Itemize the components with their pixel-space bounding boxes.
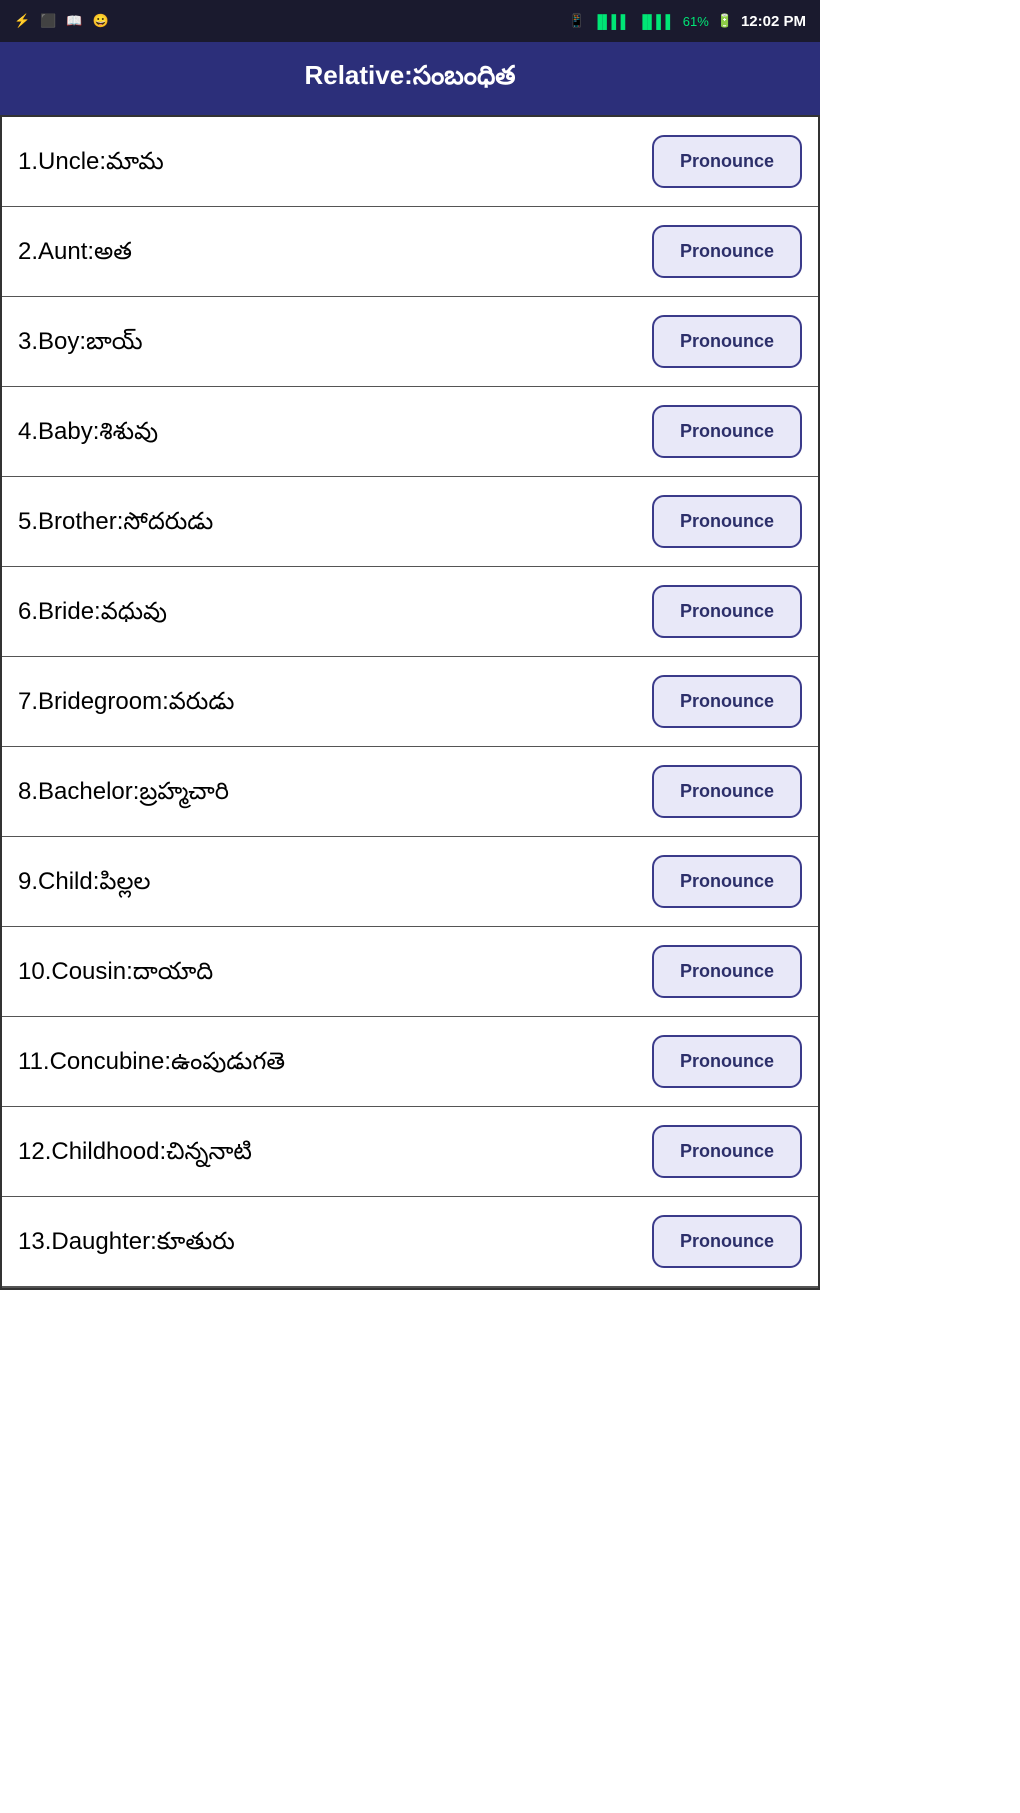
status-bar: ⚡ ⬛ 📖 😀 📱 ▐▌▌▌ ▐▌▌▌ 61% 🔋 12:02 PM xyxy=(0,0,820,42)
pronounce-button-5[interactable]: Pronounce xyxy=(652,495,802,548)
list-item: 4.Baby:శిశువు Pronounce xyxy=(2,387,818,477)
face-icon: 😀 xyxy=(93,13,109,29)
row-text-12: 12.Childhood:చిన్ననాటి xyxy=(18,1136,640,1167)
pronounce-button-8[interactable]: Pronounce xyxy=(652,765,802,818)
row-text-9: 9.Child:పిల్లల xyxy=(18,866,640,897)
row-text-1: 1.Uncle:మామ xyxy=(18,146,640,177)
time-display: 12:02 PM xyxy=(741,13,806,30)
page-header: Relative:సంబంధిత xyxy=(0,42,820,115)
row-text-2: 2.Aunt:అత xyxy=(18,236,640,267)
row-text-11: 11.Concubine:ఉంపుడుగతె xyxy=(18,1046,640,1077)
row-text-13: 13.Daughter:కూతురు xyxy=(18,1226,640,1257)
row-text-5: 5.Brother:సోదరుడు xyxy=(18,506,640,537)
battery-text: 61% xyxy=(683,14,709,29)
pronounce-button-2[interactable]: Pronounce xyxy=(652,225,802,278)
signal-icon-2: ▐▌▌▌ xyxy=(638,14,675,29)
list-item: 11.Concubine:ఉంపుడుగతె Pronounce xyxy=(2,1017,818,1107)
pronounce-button-9[interactable]: Pronounce xyxy=(652,855,802,908)
pronounce-button-10[interactable]: Pronounce xyxy=(652,945,802,998)
pronounce-button-12[interactable]: Pronounce xyxy=(652,1125,802,1178)
row-text-7: 7.Bridegroom:వరుడు xyxy=(18,686,640,717)
list-item: 12.Childhood:చిన్ననాటి Pronounce xyxy=(2,1107,818,1197)
list-item: 2.Aunt:అత Pronounce xyxy=(2,207,818,297)
header-title: Relative:సంబంధిత xyxy=(304,60,515,90)
row-text-3: 3.Boy:బాయ్ xyxy=(18,326,640,357)
book-icon: 📖 xyxy=(66,13,82,29)
row-text-8: 8.Bachelor:బ్రహ్మచారి xyxy=(18,776,640,807)
image-icon: ⬛ xyxy=(40,13,56,29)
list-item: 5.Brother:సోదరుడు Pronounce xyxy=(2,477,818,567)
list-item: 13.Daughter:కూతురు Pronounce xyxy=(2,1197,818,1288)
pronounce-button-13[interactable]: Pronounce xyxy=(652,1215,802,1268)
list-item: 10.Cousin:దాయాది Pronounce xyxy=(2,927,818,1017)
pronounce-button-7[interactable]: Pronounce xyxy=(652,675,802,728)
row-text-6: 6.Bride:వధువు xyxy=(18,596,640,627)
list-item: 3.Boy:బాయ్ Pronounce xyxy=(2,297,818,387)
list-item: 7.Bridegroom:వరుడు Pronounce xyxy=(2,657,818,747)
usb-icon: ⚡ xyxy=(14,13,30,29)
list-item: 8.Bachelor:బ్రహ్మచారి Pronounce xyxy=(2,747,818,837)
status-icons-right: 📱 ▐▌▌▌ ▐▌▌▌ 61% 🔋 12:02 PM xyxy=(569,13,806,30)
pronounce-button-4[interactable]: Pronounce xyxy=(652,405,802,458)
pronounce-button-3[interactable]: Pronounce xyxy=(652,315,802,368)
list-item: 9.Child:పిల్లల Pronounce xyxy=(2,837,818,927)
phone-icon: 📱 xyxy=(569,13,585,29)
list-item: 6.Bride:వధువు Pronounce xyxy=(2,567,818,657)
row-text-4: 4.Baby:శిశువు xyxy=(18,416,640,447)
pronounce-button-1[interactable]: Pronounce xyxy=(652,135,802,188)
signal-icon-1: ▐▌▌▌ xyxy=(593,14,630,29)
pronounce-button-11[interactable]: Pronounce xyxy=(652,1035,802,1088)
row-text-10: 10.Cousin:దాయాది xyxy=(18,956,640,987)
battery-icon: 🔋 xyxy=(717,13,733,29)
list-item: 1.Uncle:మామ Pronounce xyxy=(2,117,818,207)
status-icons-left: ⚡ ⬛ 📖 😀 xyxy=(14,13,109,29)
pronounce-button-6[interactable]: Pronounce xyxy=(652,585,802,638)
word-list: 1.Uncle:మామPronounce2.Aunt:అతPronounce3.… xyxy=(0,115,820,1290)
